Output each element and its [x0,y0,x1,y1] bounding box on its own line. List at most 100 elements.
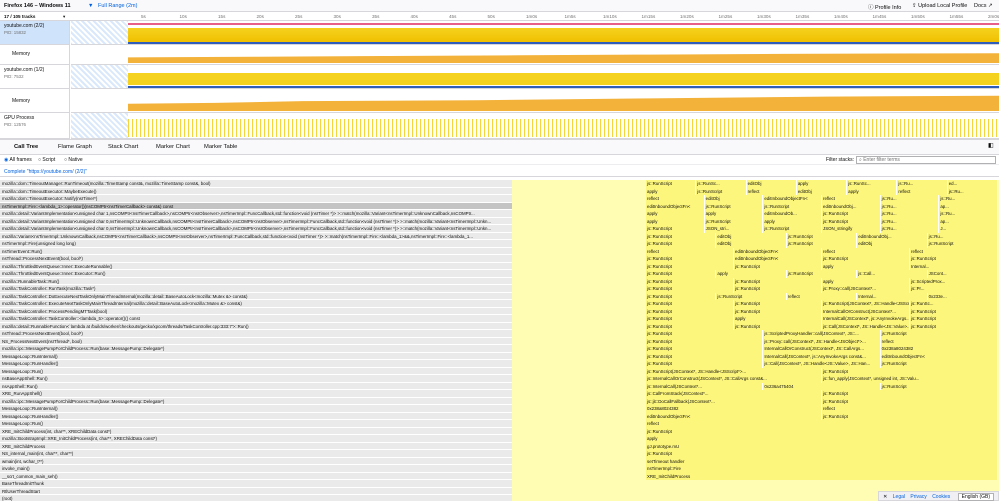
flame-cell[interactable]: J... [939,225,998,233]
flame-cell[interactable]: js::Proxy::call(JSContext*, JS::Handle<J… [763,337,881,345]
flame-cell[interactable]: js::RunScript [880,330,998,338]
flame-cell[interactable]: editObj [716,240,787,248]
flame-cell[interactable]: js::Call... [857,270,928,278]
frame-name[interactable]: XRE_InitChildProcess [0,442,512,450]
frame-children[interactable]: editInboundObjectFn< js::RunScript js::Run… [512,202,999,210]
frame-children[interactable]: editInboundObjectFn< js::RunScript [512,412,999,420]
flame-cell[interactable]: apply [796,180,848,188]
flame-cell[interactable]: ed... [947,180,998,188]
docs-link[interactable]: Docs ↗ [974,3,993,9]
flame-cell[interactable]: js::Ru... [939,195,998,203]
tab-flame-graph[interactable]: Flame Graph [58,144,92,150]
flame-cell[interactable]: apply [646,217,705,225]
flame-row[interactable]: nsTimerEvent::Run() reflect editInboundObj… [0,247,999,255]
flame-cell[interactable]: js::RunScript(JSContext*, JS::Handle<JSS… [822,300,910,308]
all-frames-radio[interactable]: ◉ All frames [4,157,32,163]
flame-row[interactable]: XRE_RunAppShell() js::CallFromStack(JSCon… [0,390,999,398]
flame-cell[interactable]: js::RunScript [646,270,717,278]
flame-cell[interactable]: editInboundObjectFn< [763,195,822,203]
track-label[interactable]: Memory [0,45,70,65]
flame-cell[interactable]: js::RunScript [646,262,734,270]
flame-cell[interactable]: apply [646,210,705,218]
flame-cell[interactable]: js::RunScript [734,300,822,308]
flame-cell[interactable]: js::InternalCallOrConstruct(JSContext*, … [646,375,822,383]
flame-cell[interactable]: reflect [897,187,948,195]
flame-row[interactable]: nsThread::ProcessNextEvent(bool, bool*) j… [0,255,999,263]
flame-row[interactable]: mozilla::TaskController::ProcessPendingM… [0,307,999,315]
flame-row[interactable]: nsAppShell::Run() js::InternalCall(JSCont… [0,382,999,390]
flame-cell[interactable]: reflect [746,187,797,195]
frame-children[interactable]: js::RunScript JSON_stri... js::RunScript JS… [512,225,999,233]
frame-name[interactable]: MessageLoop::Run() [0,420,512,428]
flame-cell[interactable]: editObj [746,180,797,188]
flame-cell[interactable]: js::RunScript [646,345,764,353]
flame-row[interactable]: mozilla::detail::VariantImplementation<u… [0,210,999,218]
flame-row[interactable]: RtlUserThreadStart [0,487,999,495]
flame-row[interactable]: XRE_InitChildProcess(int, char**, XREChi… [0,427,999,435]
flame-cell[interactable]: editInboundObjectFn< [646,412,822,420]
language-select[interactable]: English (GB) [957,493,994,501]
flame-cell[interactable]: editInboundObj... [822,202,881,210]
frame-children[interactable]: reflect [512,420,999,428]
frame-children[interactable]: apply [512,435,999,443]
flame-cell[interactable]: js::Ru... [880,225,940,233]
track-label[interactable]: GPU Process PID: 12576 [0,113,70,139]
flame-cell[interactable]: js::RunScript [927,240,998,248]
flame-cell[interactable]: js::Ru... [897,180,948,188]
flame-cell[interactable]: apply [734,315,822,323]
flame-cell[interactable]: js::RunScript [910,307,998,315]
frame-children[interactable]: XRE_InitChildProcess [512,472,999,480]
flame-cell[interactable]: js::Ru... [880,195,940,203]
frame-children[interactable]: nsTimerImpl::Fire [512,465,999,473]
flame-row[interactable]: MessageLoop::RunHandler() editInboundObje… [0,412,999,420]
flame-row[interactable]: mozilla::RunnableTask::Run() js::RunScrip… [0,277,999,285]
flame-cell[interactable]: js::fun_apply(JSContext*, unsigned int, … [822,375,998,383]
flame-cell[interactable]: js::RunScript [646,450,998,458]
flame-cell[interactable]: JSCont... [927,270,998,278]
flame-cell[interactable]: js::RunScript [822,412,998,420]
frame-children[interactable]: js::RunScript InternalCall(JSContext*, js… [512,352,999,360]
flame-cell[interactable]: 0x233e... [927,292,998,300]
frame-name[interactable]: mozilla::dom::TimeoutManager::RunTimeout… [0,180,512,188]
flame-cell[interactable]: InternalCall(JSContext*, js::AnyInvokeAr… [763,352,881,360]
flame-cell[interactable]: JSON_stri... [704,225,764,233]
frame-name[interactable]: mozilla::TaskController::RunTask(mozilla… [0,285,512,293]
frame-children[interactable]: reflect editInboundObjectFn< reflect reflec… [512,247,999,255]
flame-row[interactable]: MessageLoop::RunInternal() 0x238a8024382 r… [0,405,999,413]
flame-cell[interactable]: reflect [646,420,998,428]
flame-cell[interactable]: js::ScriptedProx... [910,277,998,285]
frame-name[interactable]: nsTimerEvent::Run() [0,247,512,255]
flame-cell[interactable]: js::RunScript [716,292,787,300]
flame-cell[interactable]: js::RunScript [734,277,822,285]
frame-name[interactable]: nsThread::ProcessNextEvent(bool, bool*) [0,255,512,263]
privacy-link[interactable]: Privacy [910,494,926,500]
flame-cell[interactable]: js::RunScript [646,337,764,345]
flame-cell[interactable]: editInboundObjectFn< [880,352,998,360]
flame-row[interactable]: mozilla::ipc::MessagePumpForChildProcess… [0,345,999,353]
flame-cell[interactable]: ap... [939,202,998,210]
frame-name[interactable]: nsTimerImpl::Fire::<lambda_1>::operator(… [0,202,512,210]
flame-cell[interactable]: js::ScriptedProxyHandler::call(JSContext… [763,330,881,338]
flame-cell[interactable]: js::RunScript [734,262,822,270]
track-label[interactable]: youtube.com (2/2) PID: 15832 [0,21,70,45]
flame-row[interactable]: MessageLoop::RunHandler() js::RunScript js… [0,360,999,368]
flame-cell[interactable]: js::RunScript [910,315,998,323]
flame-cell[interactable]: js::RunScript [646,300,734,308]
frame-children[interactable]: js::RunScript js::ScriptedProxyHandler::c… [512,330,999,338]
flame-graph[interactable]: mozilla::dom::TimeoutManager::RunTimeout… [0,177,999,501]
frame-name[interactable]: mozilla::TaskController::ExecuteNextTask… [0,300,512,308]
flame-cell[interactable]: js::RunScript [822,390,998,398]
cookies-link[interactable]: Cookies [932,494,950,500]
flame-cell[interactable]: js::RunScript [704,217,764,225]
flame-cell[interactable]: js::RunScript [822,397,998,405]
flame-cell[interactable]: js::RunScript [786,232,858,240]
flame-row[interactable]: MessageLoop::RunInternal() js::RunScript I… [0,352,999,360]
flame-cell[interactable]: js::Proxy::call(JSContext*... [822,285,910,293]
flame-cell[interactable]: js::RunScript [763,202,822,210]
flame-cell[interactable]: ap... [939,217,998,225]
frame-children[interactable]: js::RunScript editObj js::RunScript editInb… [512,232,999,240]
frame-name[interactable]: RtlUserThreadStart [0,487,512,495]
flame-row[interactable]: NS_ProcessNextEvent(nsIThread*, bool) js:… [0,337,999,345]
flame-cell[interactable]: js::RunScript [646,360,764,368]
track-graph[interactable] [71,65,999,89]
